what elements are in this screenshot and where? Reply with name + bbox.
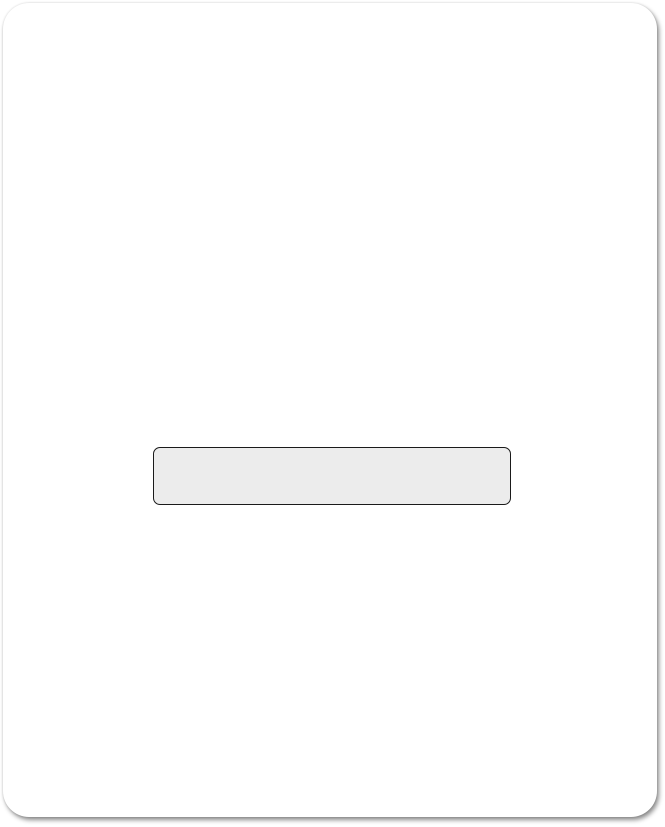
text-input[interactable] (153, 447, 511, 505)
page (0, 0, 665, 827)
card-panel (3, 3, 657, 817)
